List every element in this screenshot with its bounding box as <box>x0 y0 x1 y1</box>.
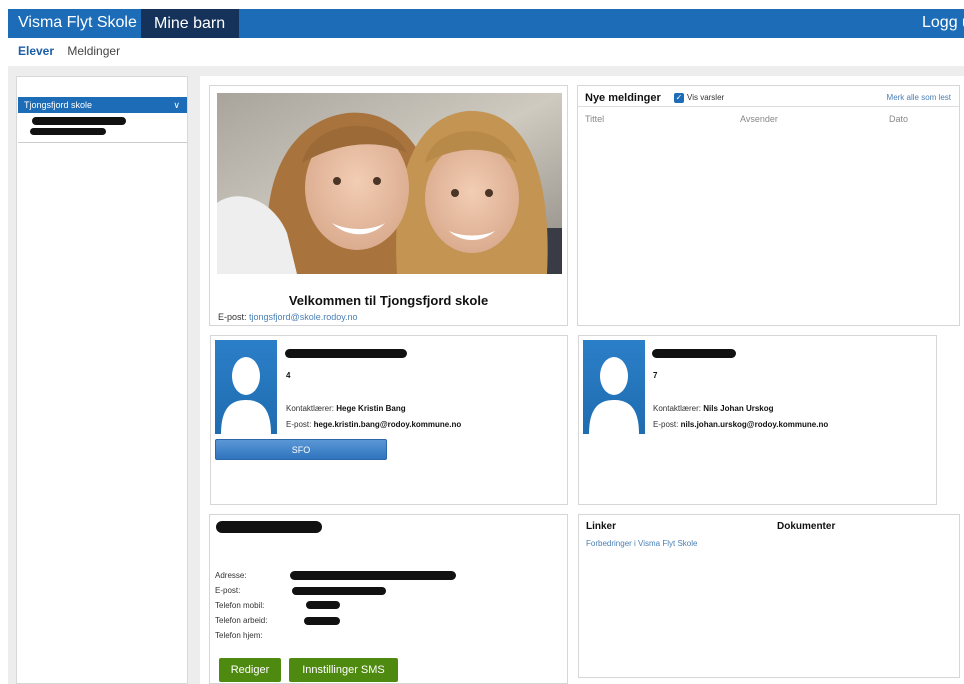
redacted-work-phone <box>304 617 340 625</box>
child-card: 7 Kontaktlærer: Nils Johan Urskog E-post… <box>578 335 937 505</box>
redacted-name <box>216 521 322 533</box>
teacher-email-value[interactable]: nils.johan.urskog@rodoy.kommune.no <box>681 420 829 429</box>
logout-link[interactable]: Logg ut <box>922 14 964 32</box>
welcome-card: Velkommen til Tjongsfjord skole E-post: … <box>209 85 568 326</box>
column-header-date[interactable]: Dato <box>889 114 908 124</box>
show-alerts-checkbox[interactable]: ✓ <box>674 93 684 103</box>
messages-divider <box>578 106 959 107</box>
contact-teacher-row: Kontaktlærer: Hege Kristin Bang <box>286 404 406 413</box>
child-card: 4 Kontaktlærer: Hege Kristin Bang E-post… <box>210 335 568 505</box>
column-header-title[interactable]: Tittel <box>585 114 604 124</box>
avatar <box>215 340 277 434</box>
messages-card: Nye meldinger ✓ Vis varsler Merk alle so… <box>577 85 960 326</box>
redacted-mobile <box>306 601 340 609</box>
email-label: E-post: <box>215 586 241 595</box>
teacher-email-label: E-post: <box>286 420 312 429</box>
contact-teacher-row: Kontaktlærer: Nils Johan Urskog <box>653 404 774 413</box>
subnav-elever[interactable]: Elever <box>18 44 54 58</box>
contact-teacher-label: Kontaktlærer: <box>653 404 702 413</box>
sfo-button[interactable]: SFO <box>215 439 387 460</box>
address-label: Adresse: <box>215 571 247 580</box>
teacher-email-row: E-post: hege.kristin.bang@rodoy.kommune.… <box>286 420 461 429</box>
contact-teacher-name: Hege Kristin Bang <box>336 404 406 413</box>
school-email-row: E-post: tjongsfjord@skole.rodoy.no <box>218 312 358 322</box>
redacted-address <box>290 571 456 580</box>
sidebar: Tjongsfjord skole ∨ <box>16 76 188 684</box>
edit-button[interactable]: Rediger <box>219 658 281 682</box>
subnav-meldinger[interactable]: Meldinger <box>67 44 120 58</box>
teacher-email-label: E-post: <box>653 420 679 429</box>
links-documents-card: Linker Dokumenter Forbedringer i Visma F… <box>578 514 960 678</box>
person-silhouette-icon <box>589 357 639 434</box>
tab-mine-barn[interactable]: Mine barn <box>141 9 239 38</box>
avatar <box>583 340 645 434</box>
child-grade: 4 <box>286 371 291 380</box>
messages-title: Nye meldinger <box>585 92 661 104</box>
link-improvements[interactable]: Forbedringer i Visma Flyt Skole <box>586 539 697 548</box>
school-photo <box>217 93 562 274</box>
guardian-contact-card: Adresse: E-post: Telefon mobil: Telefon … <box>209 514 568 684</box>
redacted-name <box>30 128 106 135</box>
chevron-down-icon: ∨ <box>173 100 180 110</box>
brand-title[interactable]: Visma Flyt Skole <box>18 14 137 32</box>
sms-settings-button[interactable]: Innstillinger SMS <box>289 658 398 682</box>
home-phone-label: Telefon hjem: <box>215 631 263 640</box>
children-photo-image <box>217 93 562 274</box>
mobile-phone-label: Telefon mobil: <box>215 601 265 610</box>
contact-teacher-name: Nils Johan Urskog <box>703 404 774 413</box>
welcome-title: Velkommen til Tjongsfjord skole <box>288 293 489 308</box>
sub-navigation: Elever Meldinger <box>18 44 130 58</box>
redacted-name <box>285 349 407 358</box>
redacted-email <box>292 587 386 595</box>
mark-all-read-link[interactable]: Merk alle som lest <box>887 93 951 102</box>
school-select[interactable]: Tjongsfjord skole ∨ <box>18 97 187 113</box>
teacher-email-value[interactable]: hege.kristin.bang@rodoy.kommune.no <box>314 420 462 429</box>
school-email-label: E-post: <box>218 312 247 322</box>
teacher-email-row: E-post: nils.johan.urskog@rodoy.kommune.… <box>653 420 828 429</box>
sidebar-child-item[interactable] <box>18 113 187 143</box>
redacted-name <box>652 349 736 358</box>
top-navigation-bar: Visma Flyt Skole Mine barn Logg ut <box>8 9 964 38</box>
column-header-sender[interactable]: Avsender <box>740 114 778 124</box>
school-email-link[interactable]: tjongsfjord@skole.rodoy.no <box>249 312 358 322</box>
redacted-name <box>32 117 126 125</box>
school-select-label: Tjongsfjord skole <box>24 100 93 110</box>
work-phone-label: Telefon arbeid: <box>215 616 268 625</box>
contact-teacher-label: Kontaktlærer: <box>286 404 335 413</box>
links-title: Linker <box>586 521 617 532</box>
child-grade: 7 <box>653 371 658 380</box>
person-silhouette-icon <box>221 357 271 434</box>
show-alerts-label[interactable]: Vis varsler <box>687 93 724 102</box>
documents-title: Dokumenter <box>777 521 836 532</box>
